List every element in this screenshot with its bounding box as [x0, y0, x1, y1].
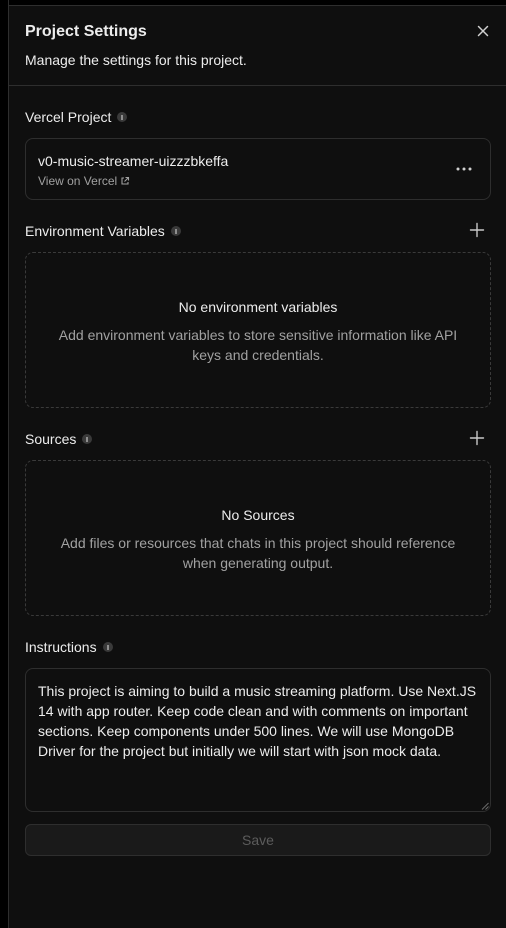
- vercel-project-label: Vercel Project: [25, 109, 112, 125]
- env-vars-label: Environment Variables: [25, 223, 165, 239]
- sources-empty-description: Add files or resources that chats in thi…: [60, 535, 456, 571]
- plus-icon: [469, 430, 485, 446]
- sources-section-label: Sources: [25, 430, 93, 448]
- instructions-section-label: Instructions: [25, 638, 113, 656]
- env-vars-empty-description: Add environment variables to store sensi…: [58, 327, 458, 363]
- view-on-vercel-link[interactable]: View on Vercel: [38, 174, 130, 188]
- left-edge-divider: [0, 0, 9, 928]
- plus-icon: [469, 222, 485, 238]
- close-icon: [477, 25, 489, 37]
- instructions-textarea[interactable]: This project is aiming to build a music …: [25, 668, 491, 812]
- project-more-button[interactable]: [454, 161, 474, 177]
- close-button[interactable]: [472, 20, 494, 42]
- add-env-var-button[interactable]: [467, 220, 487, 240]
- sources-empty-title: No Sources: [221, 507, 295, 523]
- info-icon[interactable]: [170, 226, 181, 236]
- save-button[interactable]: Save: [25, 824, 491, 856]
- info-icon[interactable]: [117, 112, 128, 122]
- env-vars-section-label: Environment Variables: [25, 222, 181, 240]
- resize-grip-icon[interactable]: [481, 802, 489, 810]
- project-settings-panel: Project Settings Manage the settings for…: [9, 5, 506, 928]
- info-icon[interactable]: [82, 434, 93, 444]
- env-vars-empty-title: No environment variables: [178, 299, 338, 315]
- add-source-button[interactable]: [467, 428, 487, 448]
- sources-empty-state: No Sources Add files or resources that c…: [25, 460, 491, 616]
- sources-label: Sources: [25, 431, 77, 447]
- instructions-label: Instructions: [25, 639, 97, 655]
- more-horizontal-icon: [456, 167, 472, 171]
- app-frame: Project Settings Manage the settings for…: [0, 0, 506, 928]
- vercel-project-section-label: Vercel Project: [25, 108, 128, 126]
- external-link-icon: [121, 176, 130, 185]
- env-vars-empty-state: No environment variables Add environment…: [25, 252, 491, 408]
- page-subtitle: Manage the settings for this project.: [25, 52, 247, 68]
- page-title: Project Settings: [25, 23, 147, 40]
- vercel-project-card: v0-music-streamer-uizzzbkeffa View on Ve…: [25, 138, 491, 200]
- project-name: v0-music-streamer-uizzzbkeffa: [38, 153, 229, 169]
- panel-header: Project Settings Manage the settings for…: [9, 6, 506, 86]
- info-icon[interactable]: [102, 642, 113, 652]
- view-on-vercel-label: View on Vercel: [38, 174, 118, 188]
